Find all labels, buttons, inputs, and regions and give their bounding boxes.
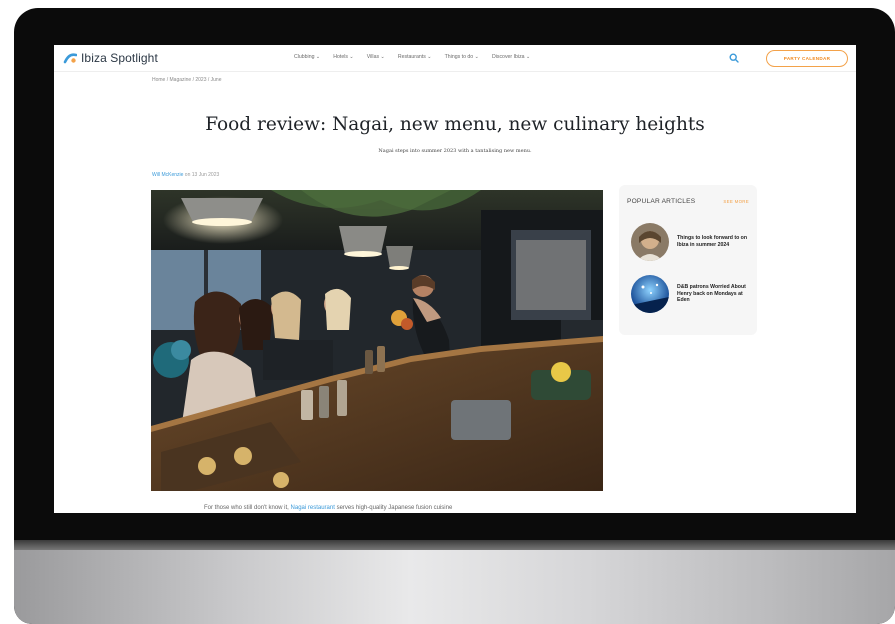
- intro-end: serves high-quality Japanese fusion cuis…: [336, 505, 453, 511]
- intro-start: For those who still don't know it,: [204, 505, 289, 511]
- article-thumbnail: [631, 275, 669, 313]
- byline-separator: on: [183, 172, 192, 178]
- popular-article-title: D&B patrons Worried About Henry back on …: [677, 284, 746, 304]
- see-more-link[interactable]: SEE MORE: [723, 199, 749, 204]
- menu-item-restaurants[interactable]: Restaurants ⌄: [398, 54, 432, 60]
- menu-item-villas[interactable]: Villas ⌄: [367, 54, 385, 60]
- site-name: Ibiza Spotlight: [81, 51, 158, 65]
- hero-photo: [151, 190, 603, 491]
- article-intro: For those who still don't know it, Nagai…: [204, 505, 452, 511]
- article-subtitle: Nagai steps into summer 2023 with a tant…: [378, 148, 532, 154]
- logo-icon: [63, 51, 78, 65]
- search-button[interactable]: [727, 51, 741, 65]
- monitor-chin: [14, 540, 895, 624]
- article-title: Food review: Nagai, new menu, new culina…: [205, 114, 705, 135]
- publish-date: 13 Jun 2023: [191, 172, 220, 178]
- article-byline: Will McKenzie on 13 Jun 2023: [152, 172, 219, 178]
- browser-screen: Ibiza Spotlight Clubbing ⌄ Hotels ⌄ Vill…: [54, 45, 856, 513]
- author-link[interactable]: Will McKenzie: [152, 172, 183, 178]
- monitor-frame: Ibiza Spotlight Clubbing ⌄ Hotels ⌄ Vill…: [14, 8, 895, 624]
- breadcrumb[interactable]: Home / Magazine / 2023 / June: [152, 77, 222, 83]
- nagai-restaurant-link[interactable]: Nagai restaurant: [291, 505, 335, 511]
- site-logo[interactable]: Ibiza Spotlight: [63, 50, 158, 66]
- popular-articles-title: POPULAR ARTICLES: [627, 198, 696, 205]
- article-thumbnail: [631, 223, 669, 261]
- popular-article-item[interactable]: D&B patrons Worried About Henry back on …: [631, 275, 751, 313]
- popular-article-item[interactable]: Things to look forward to on Ibiza in su…: [631, 223, 751, 261]
- top-navigation: Ibiza Spotlight Clubbing ⌄ Hotels ⌄ Vill…: [54, 45, 856, 72]
- menu-item-discover-ibiza[interactable]: Discover Ibiza ⌄: [492, 54, 530, 60]
- menu-item-things-to-do[interactable]: Things to do ⌄: [445, 54, 479, 60]
- popular-article-title: Things to look forward to on Ibiza in su…: [677, 235, 748, 248]
- main-menu: Clubbing ⌄ Hotels ⌄ Villas ⌄ Restaurants…: [294, 54, 530, 60]
- popular-articles-panel: POPULAR ARTICLES SEE MORE Things to look…: [619, 185, 757, 335]
- menu-item-clubbing[interactable]: Clubbing ⌄: [294, 54, 320, 60]
- search-icon: [729, 53, 739, 63]
- party-calendar-button[interactable]: PARTY CALENDAR: [766, 50, 848, 67]
- menu-item-hotels[interactable]: Hotels ⌄: [333, 54, 354, 60]
